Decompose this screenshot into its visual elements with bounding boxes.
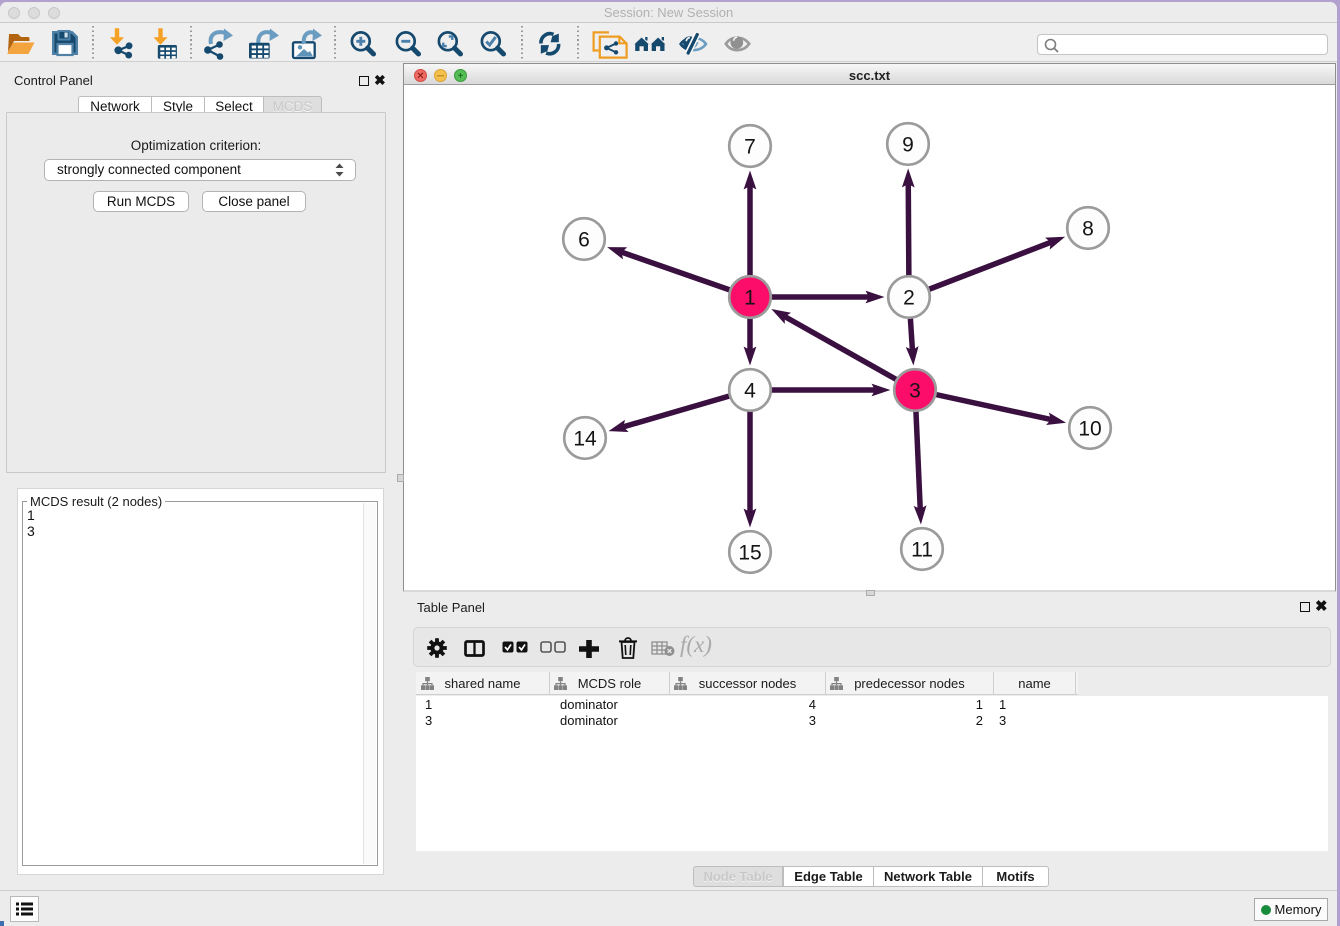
svg-text:1: 1 xyxy=(744,287,756,310)
svg-text:2: 2 xyxy=(903,287,915,310)
svg-text:10: 10 xyxy=(1078,418,1101,441)
svg-text:14: 14 xyxy=(573,428,597,451)
svg-text:3: 3 xyxy=(909,380,921,403)
svg-text:11: 11 xyxy=(911,539,933,562)
svg-text:6: 6 xyxy=(578,229,590,252)
svg-text:15: 15 xyxy=(738,542,761,565)
svg-text:9: 9 xyxy=(902,134,914,157)
svg-text:7: 7 xyxy=(744,136,756,159)
svg-text:8: 8 xyxy=(1082,218,1094,241)
svg-text:4: 4 xyxy=(744,380,756,403)
